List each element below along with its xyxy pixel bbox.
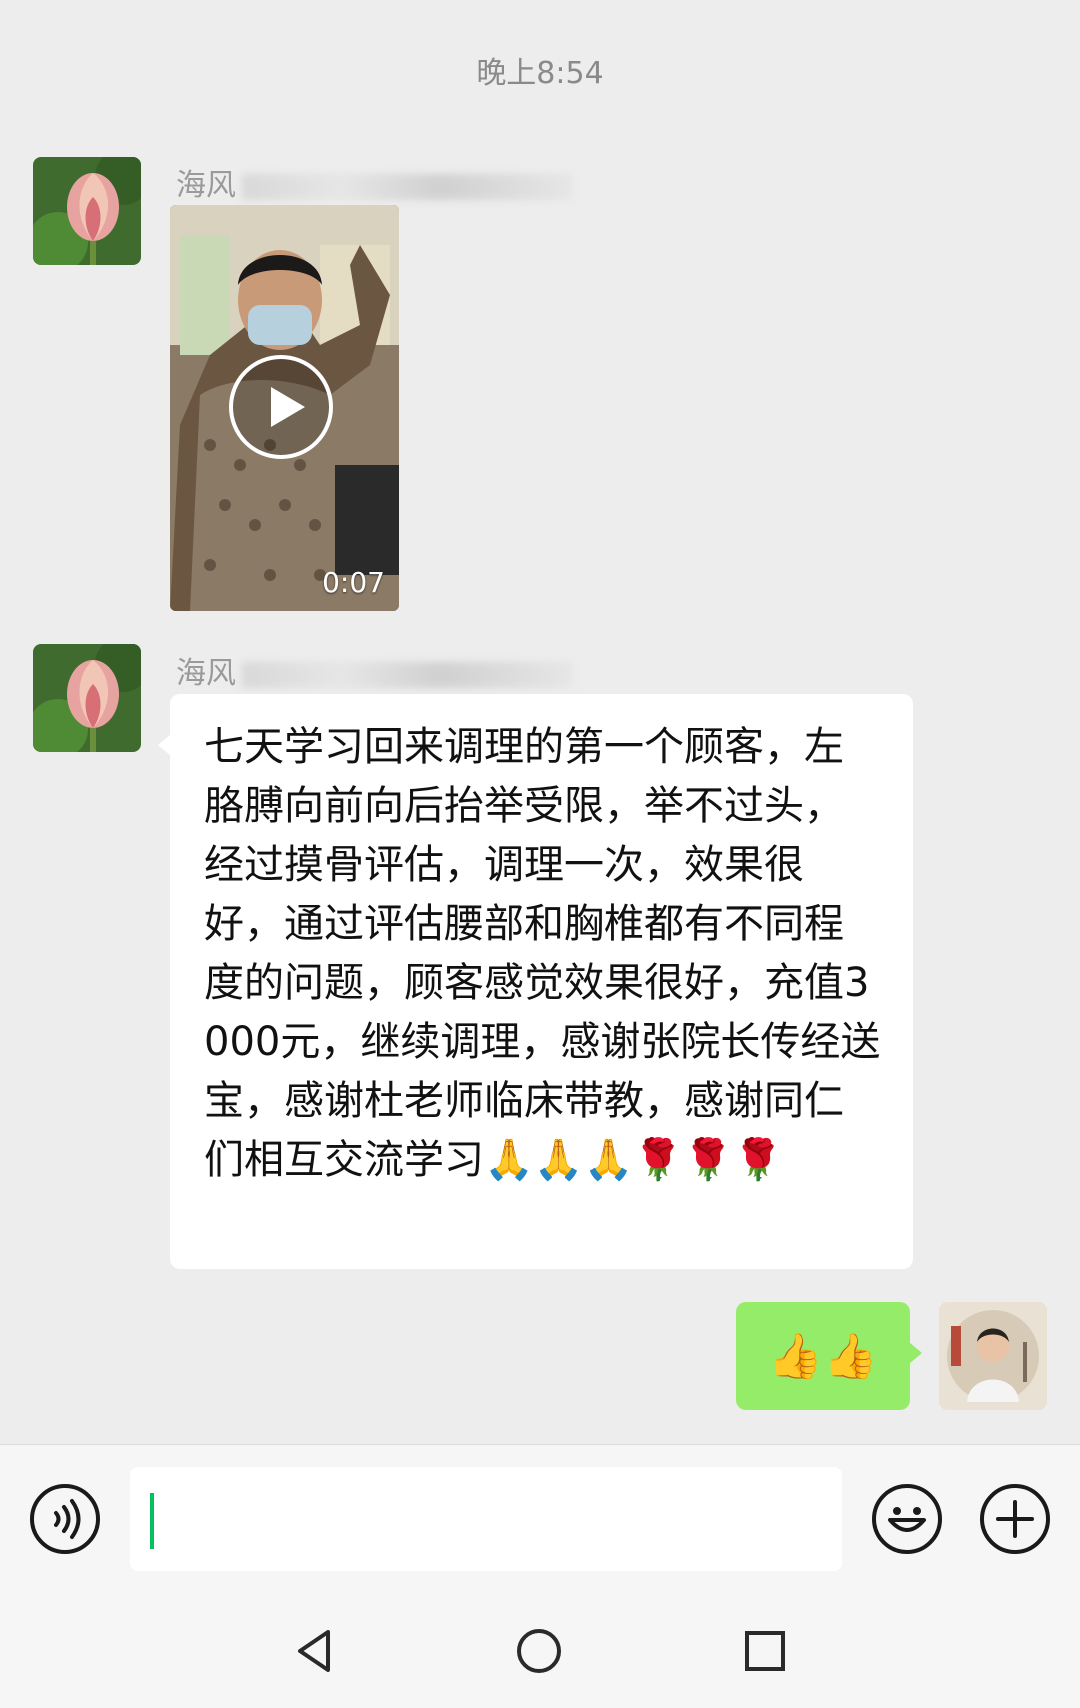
voice-icon[interactable] <box>30 1484 100 1554</box>
blurred-name <box>242 661 572 688</box>
plus-icon[interactable] <box>980 1484 1050 1554</box>
sender-avatar[interactable] <box>33 157 141 265</box>
home-nav-icon[interactable] <box>514 1626 564 1676</box>
blurred-name <box>242 173 572 200</box>
video-duration: 0:07 <box>322 566 385 599</box>
message-input[interactable] <box>130 1467 842 1571</box>
video-message[interactable]: 0:07 <box>170 205 399 611</box>
chat-timestamp: 晚上8:54 <box>476 56 604 91</box>
back-nav-icon[interactable] <box>290 1626 340 1676</box>
sender-name-text: 海风 <box>176 656 236 691</box>
sender-name-text: 海风 <box>176 168 236 203</box>
sent-message-text: 👍👍 <box>768 1331 878 1382</box>
input-bar <box>0 1444 1080 1591</box>
sender-avatar[interactable] <box>33 644 141 752</box>
received-message-bubble[interactable]: 七天学习回来调理的第一个顾客，左胳膊向前向后抬举受限，举不过头，经过摸骨评估，调… <box>158 694 913 1269</box>
message-text: 七天学习回来调理的第一个顾客，左胳膊向前向后抬举受限，举不过头，经过摸骨评估，调… <box>204 724 881 1183</box>
emoji-icon[interactable] <box>872 1484 942 1554</box>
recents-nav-icon[interactable] <box>740 1626 790 1676</box>
play-icon[interactable] <box>229 355 333 459</box>
sender-name: 海风 <box>176 160 572 204</box>
text-caret <box>150 1493 154 1549</box>
sent-message-bubble[interactable]: 👍👍 <box>736 1302 922 1410</box>
sender-name: 海风 <box>176 648 572 692</box>
system-nav-bar <box>0 1590 1080 1708</box>
my-avatar[interactable] <box>939 1302 1047 1410</box>
